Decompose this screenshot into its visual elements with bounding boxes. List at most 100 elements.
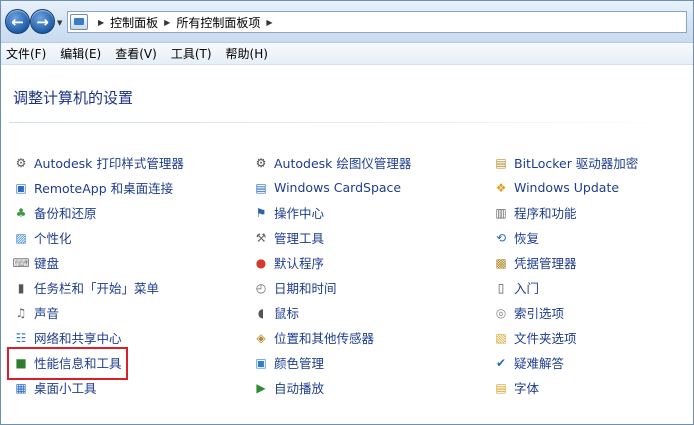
items-column-3: ▤ BitLocker 驱动器加密 ❖ Windows Update ▥ 程序和功能 … — [493, 150, 638, 400]
getting-started-icon: ▯ — [497, 280, 505, 295]
default-programs-icon: ● — [255, 255, 267, 270]
item-label: 疑难解答 — [514, 356, 565, 371]
forward-button[interactable]: → — [30, 9, 55, 34]
divider — [9, 122, 685, 123]
item-label: BitLocker 驱动器加密 — [514, 156, 639, 171]
network-icon: ☷ — [15, 330, 27, 345]
item-keyboard[interactable]: ⌨ 键盘 — [12, 250, 184, 275]
item-label: 恢复 — [514, 231, 540, 246]
item-label: 键盘 — [34, 256, 60, 271]
item-autodesk-plotter[interactable]: ⚙ Autodesk 绘图仪管理器 — [253, 150, 412, 175]
item-default-programs[interactable]: ● 默认程序 — [253, 250, 411, 275]
item-autoplay[interactable]: ▶ 自动播放 — [253, 375, 411, 400]
chevron-right-icon[interactable]: ▶ — [266, 18, 272, 27]
gadgets-icon: ▦ — [15, 380, 27, 395]
item-fonts[interactable]: ▤ 字体 — [493, 375, 638, 400]
arrow-right-icon: → — [36, 12, 49, 31]
item-label: 程序和功能 — [514, 206, 577, 221]
recovery-icon: ⟲ — [495, 230, 507, 245]
item-personalization[interactable]: ▨ 个性化 — [13, 225, 184, 250]
taskbar-icon: ▮ — [17, 280, 25, 295]
control-panel-window: ← → ▼ ▶ 控制面板 ▶ 所有控制面板项 ▶ 文件(F) 编辑(E) 查看(… — [0, 0, 694, 425]
item-remoteapp[interactable]: ▣ RemoteApp 和桌面连接 — [13, 175, 184, 200]
control-panel-icon — [70, 14, 88, 30]
item-cardspace[interactable]: ▤ Windows CardSpace — [253, 175, 411, 200]
item-label: 桌面小工具 — [34, 381, 97, 396]
item-taskbar-start[interactable]: ▮ 任务栏和「开始」菜单 — [13, 275, 184, 300]
font-icon: ▤ — [495, 380, 507, 395]
chevron-right-icon[interactable]: ▶ — [164, 18, 170, 27]
item-windows-update[interactable]: ❖ Windows Update — [493, 175, 638, 200]
item-label: 任务栏和「开始」菜单 — [34, 281, 160, 296]
item-label: 凭据管理器 — [514, 256, 577, 271]
main-content: 调整计算机的设置 ⚙ Autodesk 打印样式管理器 ▣ RemoteApp 和桌… — [1, 65, 693, 424]
menu-tools[interactable]: 工具(T) — [164, 43, 219, 65]
item-location-sensors[interactable]: ◈ 位置和其他传感器 — [253, 325, 411, 350]
item-label: 入门 — [514, 281, 540, 296]
item-sound[interactable]: ♫ 声音 — [13, 300, 184, 325]
item-mouse[interactable]: ◖ 鼠标 — [253, 300, 411, 325]
item-bitlocker[interactable]: ▤ BitLocker 驱动器加密 — [493, 150, 638, 175]
item-label: 默认程序 — [274, 256, 325, 271]
breadcrumb-control-panel[interactable]: 控制面板 — [110, 14, 158, 31]
bitlocker-icon: ▤ — [495, 155, 507, 170]
clock-icon: ◴ — [255, 280, 267, 295]
item-indexing-options[interactable]: ◎ 索引选项 — [493, 300, 638, 325]
item-backup-restore[interactable]: ♣ 备份和还原 — [13, 200, 184, 225]
autoplay-icon: ▶ — [256, 380, 266, 395]
item-label: 个性化 — [34, 231, 72, 246]
address-bar[interactable]: ▶ 控制面板 ▶ 所有控制面板项 ▶ — [67, 11, 687, 33]
item-troubleshooting[interactable]: ✔ 疑难解答 — [493, 350, 638, 375]
item-credential-manager[interactable]: ▩ 凭据管理器 — [493, 250, 638, 275]
item-label: 操作中心 — [274, 206, 325, 221]
menu-bar: 文件(F) 编辑(E) 查看(V) 工具(T) 帮助(H) — [1, 43, 693, 65]
item-autodesk-print-style[interactable]: ⚙ Autodesk 打印样式管理器 — [13, 150, 184, 175]
item-label: 声音 — [34, 306, 60, 321]
speaker-icon: ♫ — [15, 305, 27, 320]
flag-icon: ⚑ — [255, 205, 267, 220]
item-getting-started[interactable]: ▯ 入门 — [493, 275, 638, 300]
menu-help[interactable]: 帮助(H) — [219, 43, 275, 65]
menu-file[interactable]: 文件(F) — [1, 43, 53, 65]
item-label: 索引选项 — [514, 306, 565, 321]
item-label: Windows CardSpace — [274, 180, 402, 195]
admin-tools-icon: ⚒ — [255, 230, 267, 245]
breadcrumb-all-items[interactable]: 所有控制面板项 — [176, 14, 260, 31]
highlight-box — [7, 347, 128, 380]
item-label: 字体 — [514, 381, 540, 396]
chevron-down-icon: ▼ — [57, 19, 63, 27]
item-programs-features[interactable]: ▥ 程序和功能 — [493, 200, 638, 225]
recent-pages-dropdown[interactable]: ▼ — [57, 18, 65, 28]
items-column-2: ⚙ Autodesk 绘图仪管理器 ▤ Windows CardSpace ⚑ 操作中… — [253, 150, 411, 400]
credential-icon: ▩ — [495, 255, 507, 270]
item-label: 备份和还原 — [34, 206, 97, 221]
item-recovery[interactable]: ⟲ 恢复 — [493, 225, 638, 250]
navigation-bar: ← → ▼ ▶ 控制面板 ▶ 所有控制面板项 ▶ — [1, 1, 693, 43]
item-label: 自动播放 — [274, 381, 325, 396]
printer-style-icon: ⚙ — [15, 155, 27, 170]
menu-edit[interactable]: 编辑(E) — [53, 43, 108, 65]
item-folder-options[interactable]: ▧ 文件夹选项 — [493, 325, 638, 350]
item-label: 网络和共享中心 — [34, 331, 122, 346]
sensor-icon: ◈ — [256, 330, 266, 345]
mouse-icon: ◖ — [257, 305, 265, 320]
item-date-time[interactable]: ◴ 日期和时间 — [253, 275, 411, 300]
chevron-right-icon[interactable]: ▶ — [98, 18, 104, 27]
troubleshoot-icon: ✔ — [495, 355, 507, 370]
item-label: 日期和时间 — [274, 281, 337, 296]
menu-view[interactable]: 查看(V) — [108, 43, 164, 65]
item-label: 文件夹选项 — [514, 331, 577, 346]
item-label: 颜色管理 — [274, 356, 325, 371]
item-admin-tools[interactable]: ⚒ 管理工具 — [253, 225, 411, 250]
item-action-center[interactable]: ⚑ 操作中心 — [253, 200, 411, 225]
item-label: 管理工具 — [274, 231, 325, 246]
remoteapp-icon: ▣ — [15, 180, 27, 195]
plotter-icon: ⚙ — [255, 155, 267, 170]
cardspace-icon: ▤ — [255, 180, 267, 195]
index-icon: ◎ — [495, 305, 507, 320]
item-label: 鼠标 — [274, 306, 300, 321]
item-color-management[interactable]: ▣ 颜色管理 — [253, 350, 411, 375]
back-button[interactable]: ← — [5, 9, 30, 34]
windows-update-icon: ❖ — [495, 180, 507, 195]
page-title: 调整计算机的设置 — [13, 89, 134, 107]
